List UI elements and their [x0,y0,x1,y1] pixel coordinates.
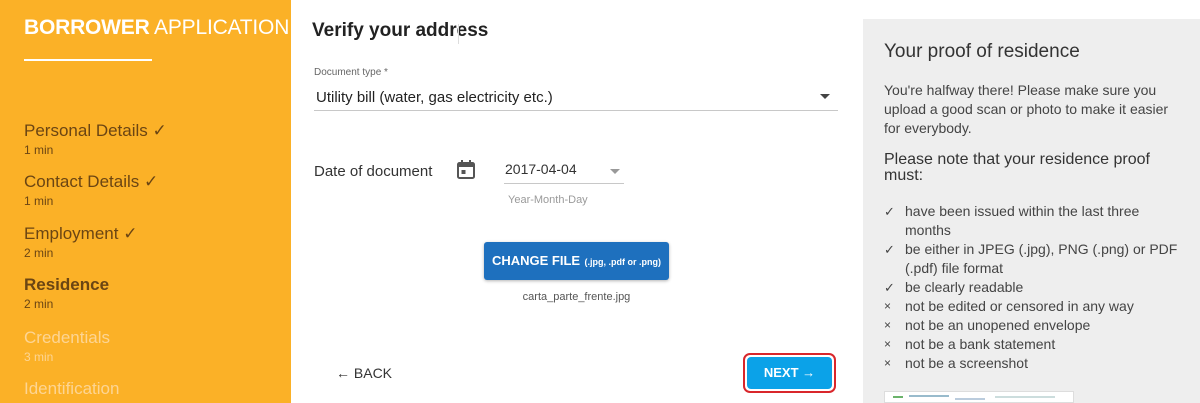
main-form: Verify your address Document type * Util… [291,0,863,403]
requirement-text: not be edited or censored in any way [905,298,1134,314]
sidebar: BORROWER APPLICATION Personal Details ✓ … [0,0,291,403]
step-label: Residence [24,275,110,294]
requirement-item: × not be a screenshot [884,354,1184,373]
requirement-item: × not be edited or censored in any way [884,297,1184,316]
step-time: 3 min [24,350,54,364]
check-icon: ✓ [884,204,895,219]
requirement-text: not be an unopened envelope [905,317,1091,333]
step-label: Contact Details ✓ [24,172,159,191]
info-panel: Your proof of residence You're halfway t… [863,19,1200,403]
date-of-document-label: Date of document [314,163,433,180]
step-contact-details[interactable]: Contact Details ✓ 1 min [24,172,158,208]
step-employment[interactable]: Employment ✓ 2 min [24,224,137,260]
date-value: 2017-04-04 [505,161,577,177]
change-file-button[interactable]: CHANGE FILE (.jpg, .pdf or .png) [484,242,669,280]
next-button[interactable]: NEXT → [747,357,832,389]
requirement-item: ✓ be either in JPEG (.jpg), PNG (.png) o… [884,240,1184,278]
sample-logo [893,396,903,398]
requirement-item: × not be a bank statement [884,335,1184,354]
sample-document-image [884,391,1074,403]
divider [458,24,459,44]
page-title: Verify your address [312,20,489,41]
sample-line [909,395,949,397]
sample-line [995,396,1055,398]
step-residence[interactable]: Residence 2 min [24,275,109,311]
cross-icon: × [884,356,892,370]
document-type-label: Document type * [314,67,388,78]
required-mark: * [384,67,388,78]
cross-icon: × [884,299,892,313]
cross-icon: × [884,337,892,351]
step-credentials: Credentials 3 min [24,328,110,364]
chevron-down-icon [820,94,830,99]
brand-divider [24,59,152,61]
check-icon: ✓ [884,242,895,257]
back-button[interactable]: ← BACK [336,365,392,381]
step-label: Credentials [24,328,110,347]
brand-light: APPLICATION [154,16,290,39]
step-label: Identification [24,379,120,398]
date-format-hint: Year-Month-Day [508,194,588,206]
step-personal-details[interactable]: Personal Details ✓ 1 min [24,121,167,157]
requirement-text: have been issued within the last three m… [905,203,1140,238]
step-time: 1 min [24,143,54,157]
panel-title: Your proof of residence [884,41,1080,62]
date-input[interactable]: 2017-04-04 [504,157,624,184]
step-time: 2 min [24,246,54,260]
requirements-list: ✓ have been issued within the last three… [884,202,1184,373]
uploaded-file-name: carta_parte_frente.jpg [522,291,631,303]
cross-icon: × [884,318,892,332]
requirement-text: not be a screenshot [905,355,1028,371]
panel-intro: You're halfway there! Please make sure y… [884,82,1169,136]
calendar-icon[interactable] [457,160,475,179]
chevron-down-icon [610,169,620,174]
requirement-item: ✓ have been issued within the last three… [884,202,1184,240]
brand-title: BORROWER APPLICATION [24,16,289,40]
document-type-value: Utility bill (water, gas electricity etc… [316,89,553,106]
requirement-item: × not be an unopened envelope [884,316,1184,335]
requirement-text: be either in JPEG (.jpg), PNG (.png) or … [905,241,1178,276]
change-file-label: CHANGE FILE [491,253,581,268]
step-time: 1 min [24,194,54,208]
step-label: Employment ✓ [24,224,138,243]
brand-bold: BORROWER [24,16,150,39]
document-type-select[interactable]: Utility bill (water, gas electricity etc… [314,82,838,111]
requirement-item: ✓ be clearly readable [884,278,1184,297]
change-file-formats: (.jpg, .pdf or .png) [584,257,662,267]
step-identification: Identification [24,379,119,399]
check-icon: ✓ [884,280,895,295]
step-time: 2 min [24,297,54,311]
requirement-text: be clearly readable [905,279,1024,295]
panel-note: Please note that your residence proof mu… [884,151,1150,184]
sample-line [955,398,985,400]
step-label: Personal Details ✓ [24,121,167,140]
requirement-text: not be a bank statement [905,336,1056,352]
document-type-label-text: Document type [314,67,382,78]
